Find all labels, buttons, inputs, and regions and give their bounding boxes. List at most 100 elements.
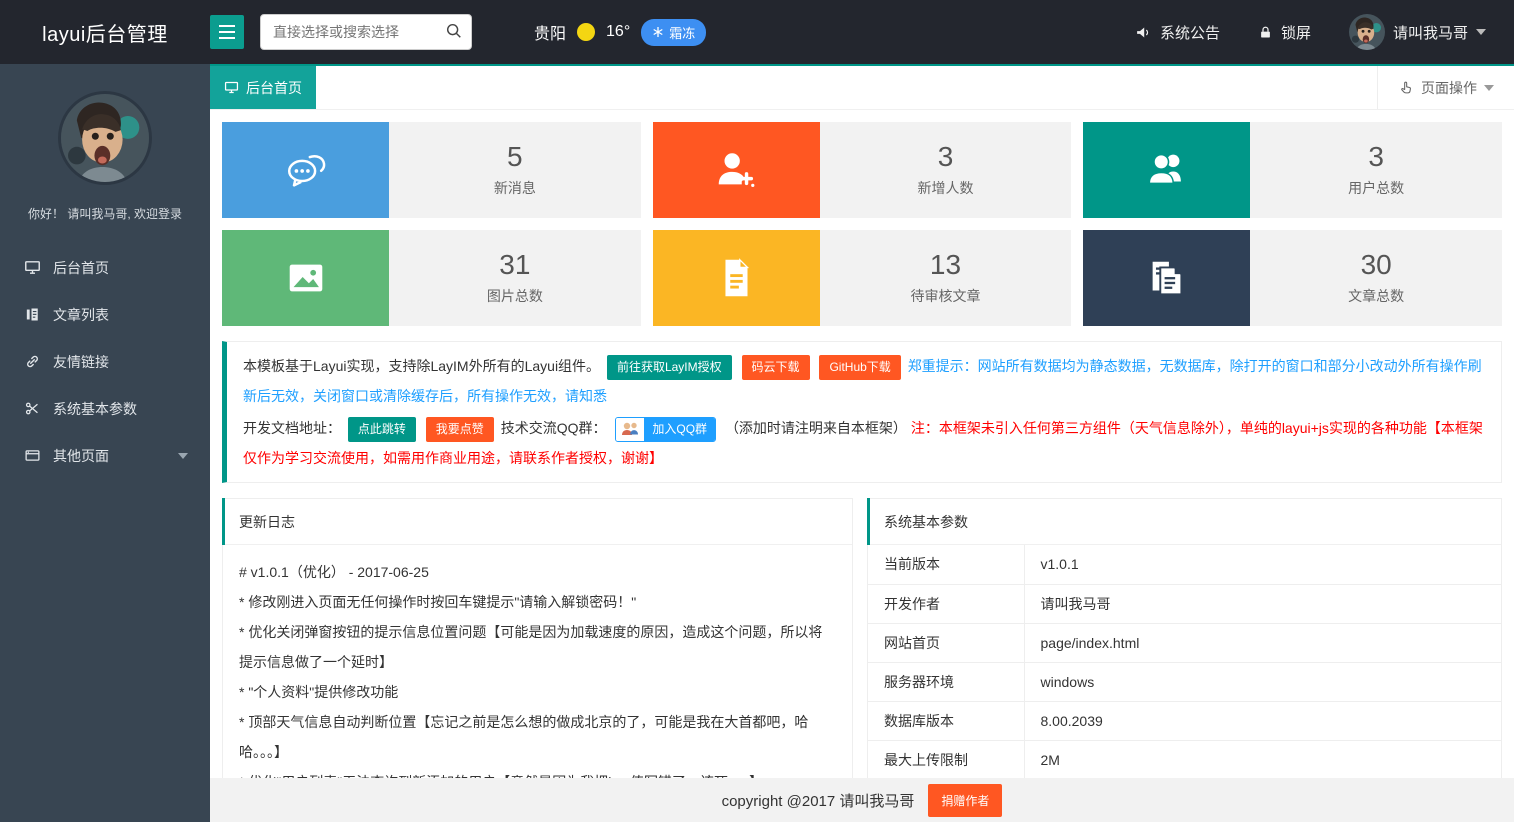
layim-auth-button[interactable]: 前往获取LayIM授权 <box>607 355 732 380</box>
avatar <box>1349 14 1385 50</box>
document-icon <box>24 306 41 323</box>
tab-home[interactable]: 后台首页 <box>210 66 316 109</box>
sidebar-menu: 后台首页 文章列表 友情链接 系统基本参数 <box>0 244 210 479</box>
param-row: 服务器环境 windows <box>868 662 1501 701</box>
params-panel: 系统基本参数 当前版本 v1.0.1 开发作者 请叫我马哥 网站首页 <box>867 498 1502 778</box>
file-icon <box>713 255 759 301</box>
stat-label: 文章总数 <box>1348 286 1404 306</box>
weather-temp: 16° <box>606 23 630 41</box>
sidebar: 你好！ 请叫我马哥, 欢迎登录 后台首页 文章列表 友情链接 <box>0 64 210 822</box>
stat-label: 图片总数 <box>487 286 543 306</box>
monitor-icon <box>224 80 239 95</box>
sidebar-item-params[interactable]: 系统基本参数 <box>0 385 210 432</box>
stat-value: 3 <box>1368 142 1384 173</box>
pages-icon <box>24 447 41 464</box>
doc-jump-button[interactable]: 点此跳转 <box>348 417 416 442</box>
param-label: 数据库版本 <box>868 701 1024 740</box>
header-search <box>260 14 472 50</box>
param-value: page/index.html <box>1024 623 1501 662</box>
changelog-line: * 优化关闭弹窗按钮的提示信息位置问题【可能是因为加载速度的原因，造成这个问题，… <box>239 617 836 677</box>
weather-city: 贵阳 <box>534 20 566 44</box>
param-label: 网站首页 <box>868 623 1024 662</box>
announcement-button[interactable]: 系统公告 <box>1135 22 1220 43</box>
frost-badge: 霜冻 <box>641 19 706 46</box>
sidebar-item-home[interactable]: 后台首页 <box>0 244 210 291</box>
sidebar-item-other-pages[interactable]: 其他页面 <box>0 432 210 479</box>
menu-toggle-button[interactable] <box>210 15 244 49</box>
stat-value: 30 <box>1361 250 1392 281</box>
lock-screen-button[interactable]: 锁屏 <box>1258 22 1311 43</box>
param-value: v1.0.1 <box>1024 545 1501 584</box>
search-icon[interactable] <box>445 22 463 45</box>
param-label: 服务器环境 <box>868 662 1024 701</box>
lower-panels: 更新日志 # v1.0.1（优化） - 2017-06-25 * 修改刚进入页面… <box>222 498 1502 778</box>
hand-pointer-icon <box>1398 80 1414 96</box>
user-menu[interactable]: 请叫我马哥 <box>1349 14 1486 50</box>
stat-label: 新消息 <box>494 178 536 198</box>
param-value: 请叫我马哥 <box>1024 584 1501 623</box>
param-row: 最大上传限制 2M <box>868 740 1501 778</box>
github-download-button[interactable]: GitHub下载 <box>819 355 900 380</box>
changelog-body: # v1.0.1（优化） - 2017-06-25 * 修改刚进入页面无任何操作… <box>223 545 852 778</box>
stat-label: 用户总数 <box>1348 178 1404 198</box>
stat-value: 3 <box>938 142 954 173</box>
changelog-panel: 更新日志 # v1.0.1（优化） - 2017-06-25 * 修改刚进入页面… <box>222 498 853 778</box>
param-label: 开发作者 <box>868 584 1024 623</box>
notice-intro: 本模板基于Layui实现，支持除LayIM外所有的Layui组件。 <box>243 358 600 374</box>
image-icon <box>283 255 329 301</box>
search-input[interactable] <box>260 14 472 50</box>
chevron-down-icon <box>178 453 188 459</box>
page-actions-dropdown[interactable]: 页面操作 <box>1377 66 1514 109</box>
sidebar-item-articles[interactable]: 文章列表 <box>0 291 210 338</box>
stats-grid: 5 新消息 3 新增人数 <box>222 122 1502 326</box>
param-row: 网站首页 page/index.html <box>868 623 1501 662</box>
param-row: 当前版本 v1.0.1 <box>868 545 1501 584</box>
stat-value: 31 <box>499 250 530 281</box>
weather-condition: 霜冻 <box>669 23 695 42</box>
param-label: 最大上传限制 <box>868 740 1024 778</box>
app-logo: layui后台管理 <box>0 18 210 47</box>
sun-icon <box>577 23 595 41</box>
like-button[interactable]: 我要点赞 <box>426 417 494 442</box>
join-qq-button[interactable]: 加入QQ群 <box>615 417 716 442</box>
changelog-line: # v1.0.1（优化） - 2017-06-25 <box>239 557 836 587</box>
param-row: 数据库版本 8.00.2039 <box>868 701 1501 740</box>
monitor-icon <box>24 259 41 276</box>
speaker-icon <box>1135 24 1152 41</box>
weather-widget: 贵阳 16° 霜冻 <box>534 19 706 46</box>
qq-avatars-icon <box>616 418 644 441</box>
stat-card-total-articles[interactable]: 30 文章总数 <box>1083 230 1502 326</box>
chevron-down-icon <box>1476 29 1486 35</box>
param-row: 开发作者 请叫我马哥 <box>868 584 1501 623</box>
param-value: windows <box>1024 662 1501 701</box>
qq-group-label: 技术交流QQ群： <box>501 420 607 436</box>
sidebar-avatar[interactable] <box>58 91 152 185</box>
sidebar-item-links[interactable]: 友情链接 <box>0 338 210 385</box>
stat-card-pending-articles[interactable]: 13 待审核文章 <box>653 230 1072 326</box>
notice-panel: 本模板基于Layui实现，支持除LayIM外所有的Layui组件。 前往获取La… <box>222 341 1502 483</box>
files-icon <box>1144 255 1190 301</box>
users-icon <box>1144 147 1190 193</box>
stat-card-new-messages[interactable]: 5 新消息 <box>222 122 641 218</box>
username: 请叫我马哥 <box>1393 22 1468 43</box>
user-plus-icon <box>713 147 759 193</box>
panel-title: 系统基本参数 <box>868 499 1501 545</box>
donate-button[interactable]: 捐赠作者 <box>928 784 1002 817</box>
stat-card-total-users[interactable]: 3 用户总数 <box>1083 122 1502 218</box>
stat-card-total-images[interactable]: 31 图片总数 <box>222 230 641 326</box>
link-icon <box>24 353 41 370</box>
stat-card-new-users[interactable]: 3 新增人数 <box>653 122 1072 218</box>
param-label: 当前版本 <box>868 545 1024 584</box>
stat-label: 新增人数 <box>917 178 973 198</box>
changelog-line: * 优化"用户列表"无法查询到新添加的用户【竟然是因为我把key值写错了，该死。… <box>239 767 836 778</box>
gitee-download-button[interactable]: 码云下载 <box>742 355 810 380</box>
chevron-down-icon <box>1484 85 1494 91</box>
panel-title: 更新日志 <box>223 499 852 545</box>
copyright-text: copyright @2017 请叫我马哥 <box>722 790 915 811</box>
greeting: 你好！ 请叫我马哥, 欢迎登录 <box>0 205 210 222</box>
page-content: 5 新消息 3 新增人数 <box>210 110 1514 778</box>
param-value: 2M <box>1024 740 1501 778</box>
stat-label: 待审核文章 <box>910 286 980 306</box>
snowflake-icon <box>652 26 664 38</box>
changelog-line: * "个人资料"提供修改功能 <box>239 677 836 707</box>
